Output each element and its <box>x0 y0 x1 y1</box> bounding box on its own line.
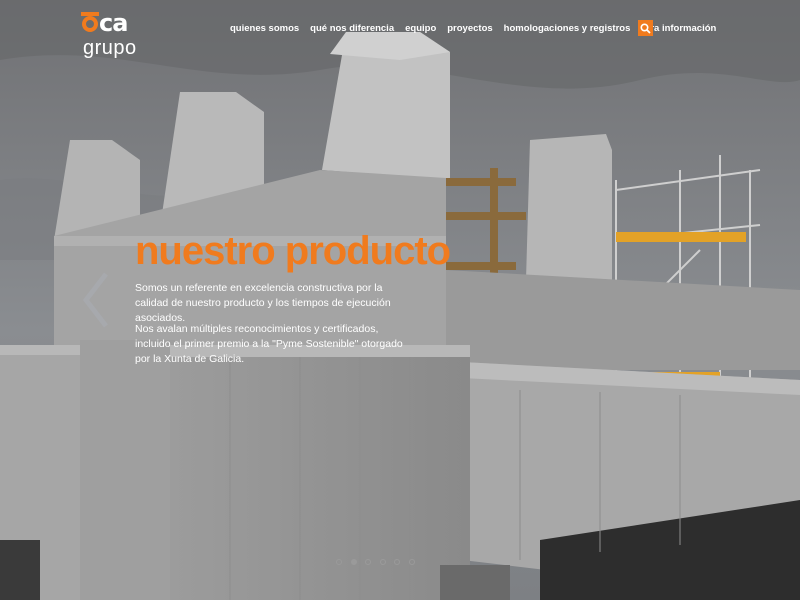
slider-dot-4[interactable] <box>379 559 386 565</box>
slider-dot-1[interactable] <box>336 559 342 565</box>
slide-title: nuestro producto <box>135 229 451 273</box>
slider-dot-3[interactable] <box>365 559 371 565</box>
nav-item-homologaciones[interactable]: homologaciones y registros <box>504 23 631 34</box>
slide-paragraph-1: Somos un referente en excelencia constru… <box>135 282 391 324</box>
company-logo[interactable]: ca grupo <box>81 9 142 60</box>
slider-prev-button[interactable] <box>80 270 112 330</box>
nav-item-quienes-somos[interactable]: quienes somos <box>230 23 299 34</box>
nav-item-equipo[interactable]: equipo <box>405 23 436 34</box>
slider-dot-6[interactable] <box>408 559 415 565</box>
search-icon <box>640 23 651 34</box>
slider-dot-2[interactable] <box>350 559 357 565</box>
logo-o-icon <box>81 12 99 32</box>
nav-item-que-nos-diferencia[interactable]: qué nos diferencia <box>310 23 394 34</box>
logo-mark: ca <box>81 9 128 37</box>
chevron-left-icon <box>82 272 108 328</box>
slide-paragraph-2: Nos avalan múltiples reconocimientos y c… <box>135 323 403 365</box>
logo-mark-text: ca <box>99 9 128 37</box>
search-button[interactable] <box>638 20 653 36</box>
logo-subtitle: grupo <box>83 37 137 59</box>
slider-pagination <box>336 559 423 567</box>
nav-item-proyectos[interactable]: proyectos <box>447 23 492 34</box>
slider-dot-5[interactable] <box>394 559 400 565</box>
